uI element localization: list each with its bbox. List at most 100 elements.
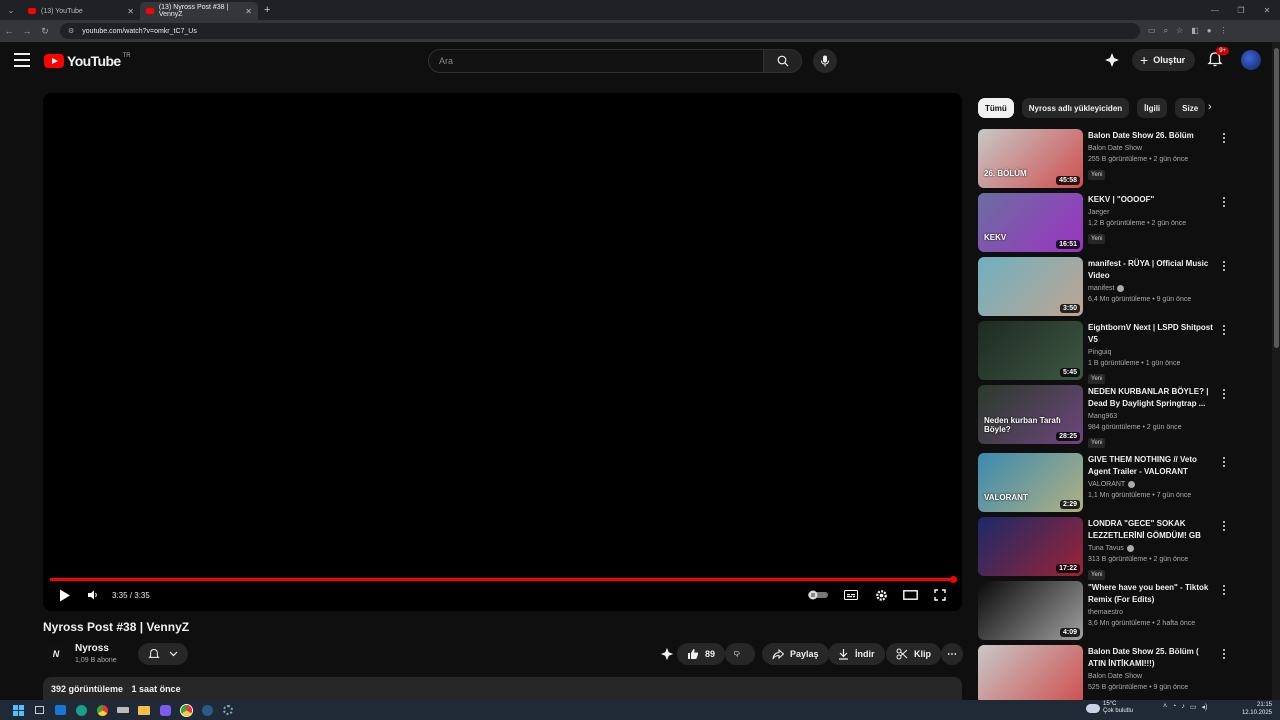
clip-button[interactable]: Klip xyxy=(886,643,941,665)
steam-icon[interactable] xyxy=(199,703,215,717)
chevron-right-icon[interactable]: › xyxy=(1208,101,1212,113)
chip-from-uploader[interactable]: Nyross adlı yükleyiciden xyxy=(1021,98,1130,118)
display-icon[interactable]: ▭ xyxy=(1190,703,1197,711)
reload-icon[interactable]: ↻ xyxy=(36,26,54,37)
system-clock[interactable]: 21:15 12.10.2025 xyxy=(1240,701,1272,717)
browser-menu-icon[interactable]: ⋮ xyxy=(1220,26,1228,36)
more-vertical-icon[interactable] xyxy=(1220,197,1228,207)
settings-button[interactable] xyxy=(873,587,889,603)
progress-scrubber[interactable] xyxy=(950,576,957,583)
more-actions-button[interactable]: ⋯ xyxy=(941,643,963,665)
channel-avatar[interactable]: N xyxy=(47,645,65,663)
outlook-icon[interactable] xyxy=(52,703,68,717)
account-avatar[interactable] xyxy=(1241,50,1262,70)
recommendation-item[interactable]: 5:45 EightbornV Next | LSPD Shitpost V5 Pi… xyxy=(978,321,1238,385)
weather-widget[interactable]: 15°C Çok bulutlu xyxy=(1086,701,1133,715)
bookmark-star-icon[interactable]: ☆ xyxy=(1176,26,1183,36)
fullscreen-button[interactable] xyxy=(932,587,948,603)
video-thumbnail[interactable]: 4:09 xyxy=(978,581,1083,640)
tab-list-icon[interactable]: ⌄ xyxy=(0,6,22,15)
new-tab-icon[interactable]: + xyxy=(264,4,270,16)
subscribed-button[interactable] xyxy=(138,643,188,665)
play-button[interactable] xyxy=(57,587,73,603)
video-thumbnail[interactable]: 17:22 xyxy=(978,517,1083,576)
more-vertical-icon[interactable] xyxy=(1220,521,1228,531)
dislike-button[interactable] xyxy=(725,643,755,665)
recommendation-title[interactable]: GIVE THEM NOTHING // Veto Agent Trailer … xyxy=(1088,454,1216,478)
more-vertical-icon[interactable] xyxy=(1220,457,1228,467)
recommendation-title[interactable]: NEDEN KURBANLAR BÖYLE? | Dead By Dayligh… xyxy=(1088,386,1216,410)
recommendation-title[interactable]: Balon Date Show 25. Bölüm ( ATIN İNTİKAM… xyxy=(1088,646,1216,670)
video-thumbnail[interactable]: 5:45 xyxy=(978,321,1083,380)
video-thumbnail[interactable]: 3:50 xyxy=(978,257,1083,316)
recommendation-item[interactable]: KEKV 16:51 KEKV | "OOOOF" Jaeger 1,2 B görün… xyxy=(978,193,1238,257)
progress-bar[interactable] xyxy=(50,578,955,581)
voice-search-button[interactable] xyxy=(813,49,837,73)
chip-all[interactable]: Tümü xyxy=(978,98,1014,118)
close-tab-icon[interactable]: ✕ xyxy=(127,7,134,16)
recommendation-title[interactable]: EightbornV Next | LSPD Shitpost V5 xyxy=(1088,322,1216,346)
volume-button[interactable] xyxy=(85,587,101,603)
recommendation-channel[interactable]: Pinguiq xyxy=(1088,349,1111,356)
video-thumbnail[interactable] xyxy=(978,645,1083,704)
theater-mode-button[interactable] xyxy=(902,587,918,603)
profile-icon[interactable]: ● xyxy=(1207,26,1212,36)
video-thumbnail[interactable]: Neden kurban Tarafı Böyle? 28:25 xyxy=(978,385,1083,444)
scrollbar-thumb[interactable] xyxy=(1274,48,1279,348)
speaker-icon[interactable]: ◂) xyxy=(1201,703,1207,711)
recommendation-channel[interactable]: VALORANT xyxy=(1088,481,1125,488)
subtitles-button[interactable] xyxy=(843,587,859,603)
recommendation-item[interactable]: 3:50 manifest - RÜYA | Official Music Vid… xyxy=(978,257,1238,321)
recommendation-item[interactable]: 4:09 "Where have you been" - Tiktok Remix… xyxy=(978,581,1238,645)
video-thumbnail[interactable]: 26. BÖLÜM 45:58 xyxy=(978,129,1083,188)
create-button[interactable]: + Oluştur xyxy=(1132,49,1196,71)
zoom-icon[interactable]: ⌕ xyxy=(1164,26,1168,36)
chrome-icon[interactable] xyxy=(94,703,110,717)
site-info-icon[interactable]: ⚙ xyxy=(68,27,74,35)
more-vertical-icon[interactable] xyxy=(1220,261,1228,271)
recommendation-title[interactable]: LONDRA "GECE" SOKAK LEZZETLERİNİ GÖMDÜM!… xyxy=(1088,518,1216,542)
browser-tab-youtube[interactable]: (13) YouTube ✕ xyxy=(22,2,140,20)
share-button[interactable]: Paylaş xyxy=(762,643,829,665)
recommendation-channel[interactable]: Jaeger xyxy=(1088,209,1109,216)
recommendation-item[interactable]: Neden kurban Tarafı Böyle? 28:25 NEDEN KUR… xyxy=(978,385,1238,453)
recommendation-channel[interactable]: manifest xyxy=(1088,285,1114,292)
hamburger-menu-icon[interactable] xyxy=(14,53,30,67)
windows-start-icon[interactable] xyxy=(10,703,26,717)
video-thumbnail[interactable]: VALORANT 2:29 xyxy=(978,453,1083,512)
ai-sparkle-icon[interactable] xyxy=(660,647,674,661)
extensions-icon[interactable]: ◧ xyxy=(1191,26,1199,36)
address-bar[interactable]: ⚙ youtube.com/watch?v=omkr_tC7_Us xyxy=(60,23,1140,39)
settings-app-icon[interactable] xyxy=(220,703,236,717)
recommendation-item[interactable]: 26. BÖLÜM 45:58 Balon Date Show 26. Bölüm B… xyxy=(978,129,1238,193)
chrome-active-icon[interactable] xyxy=(178,703,194,717)
video-thumbnail[interactable]: KEKV 16:51 xyxy=(978,193,1083,252)
download-button[interactable]: İndir xyxy=(828,643,885,665)
tray-overflow-icon[interactable]: ˄ xyxy=(1163,703,1167,711)
file-explorer-icon[interactable] xyxy=(136,703,152,717)
recommendation-title[interactable]: "Where have you been" - Tiktok Remix (Fo… xyxy=(1088,582,1216,606)
chip-for-you[interactable]: Size xyxy=(1175,98,1206,118)
close-tab-icon[interactable]: ✕ xyxy=(245,7,252,16)
autoplay-toggle[interactable] xyxy=(807,587,829,603)
recommendation-channel[interactable]: Tuna Tavus xyxy=(1088,545,1124,552)
discord-icon[interactable] xyxy=(157,703,173,717)
recommendation-title[interactable]: KEKV | "OOOOF" xyxy=(1088,194,1216,206)
recommendation-title[interactable]: Balon Date Show 26. Bölüm xyxy=(1088,130,1216,142)
more-vertical-icon[interactable] xyxy=(1220,585,1228,595)
network-icon[interactable]: ◔ xyxy=(1172,703,1176,711)
recommendation-item[interactable]: VALORANT 2:29 GIVE THEM NOTHING // Veto Ag… xyxy=(978,453,1238,517)
ai-sparkle-icon[interactable] xyxy=(1104,52,1120,68)
channel-name[interactable]: Nyross xyxy=(75,643,109,654)
task-view-icon[interactable] xyxy=(31,703,47,717)
close-window-icon[interactable]: ✕ xyxy=(1254,6,1280,15)
browser-tab-video[interactable]: (13) Nyross Post #38 | VennyZ ✕ xyxy=(140,2,258,20)
recommendation-channel[interactable]: Balon Date Show xyxy=(1088,673,1142,680)
more-vertical-icon[interactable] xyxy=(1220,133,1228,143)
maximize-icon[interactable]: ❐ xyxy=(1228,6,1254,15)
recommendation-item[interactable]: 17:22 LONDRA "GECE" SOKAK LEZZETLERİNİ GÖ… xyxy=(978,517,1238,581)
edge-icon[interactable] xyxy=(73,703,89,717)
recommendation-channel[interactable]: Mang963 xyxy=(1088,413,1117,420)
keyboard-app-icon[interactable] xyxy=(115,703,131,717)
notifications-button[interactable]: 9+ xyxy=(1207,47,1230,69)
